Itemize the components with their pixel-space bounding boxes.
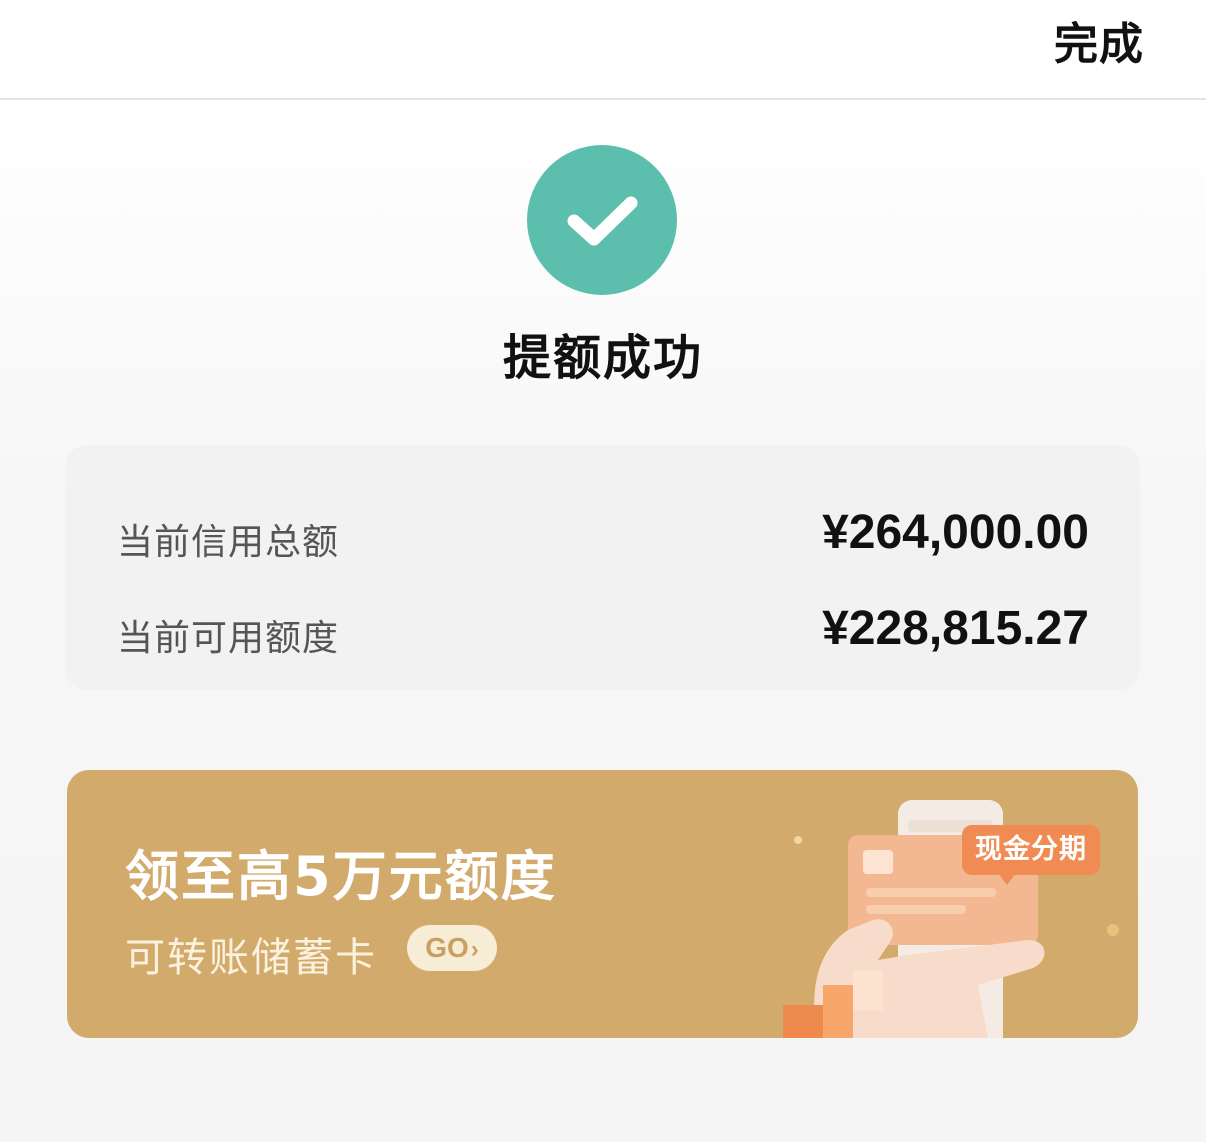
success-badge (527, 145, 677, 295)
go-button[interactable]: GO› (407, 925, 497, 971)
success-title: 提额成功 (502, 330, 703, 386)
credit-available-label: 当前可用额度 (117, 618, 340, 659)
check-icon (567, 196, 638, 246)
credit-total-value: ¥264,000.00 (822, 506, 1089, 559)
promo-subtitle: 可转账储蓄卡 (125, 935, 377, 981)
chevron-right-icon: › (470, 936, 479, 963)
promo-banner[interactable]: 领至高5万元额度 可转账储蓄卡 GO› 现金分期 (67, 770, 1138, 1038)
credit-available-row: 当前可用额度 ¥228,815.27 (117, 601, 1089, 661)
cash-installment-tag: 现金分期 (962, 825, 1100, 885)
top-bar: 完成 (0, 0, 1206, 100)
credit-total-row: 当前信用总额 ¥264,000.00 (117, 505, 1089, 565)
credit-info-card: 当前信用总额 ¥264,000.00 当前可用额度 ¥228,815.27 (65, 445, 1140, 690)
credit-total-label: 当前信用总额 (117, 522, 340, 563)
card-hand-illustration (783, 800, 1119, 1038)
promo-title: 领至高5万元额度 (125, 845, 557, 908)
done-button[interactable]: 完成 (1054, 8, 1144, 72)
go-label: GO (425, 932, 469, 963)
credit-available-value: ¥228,815.27 (822, 602, 1089, 655)
